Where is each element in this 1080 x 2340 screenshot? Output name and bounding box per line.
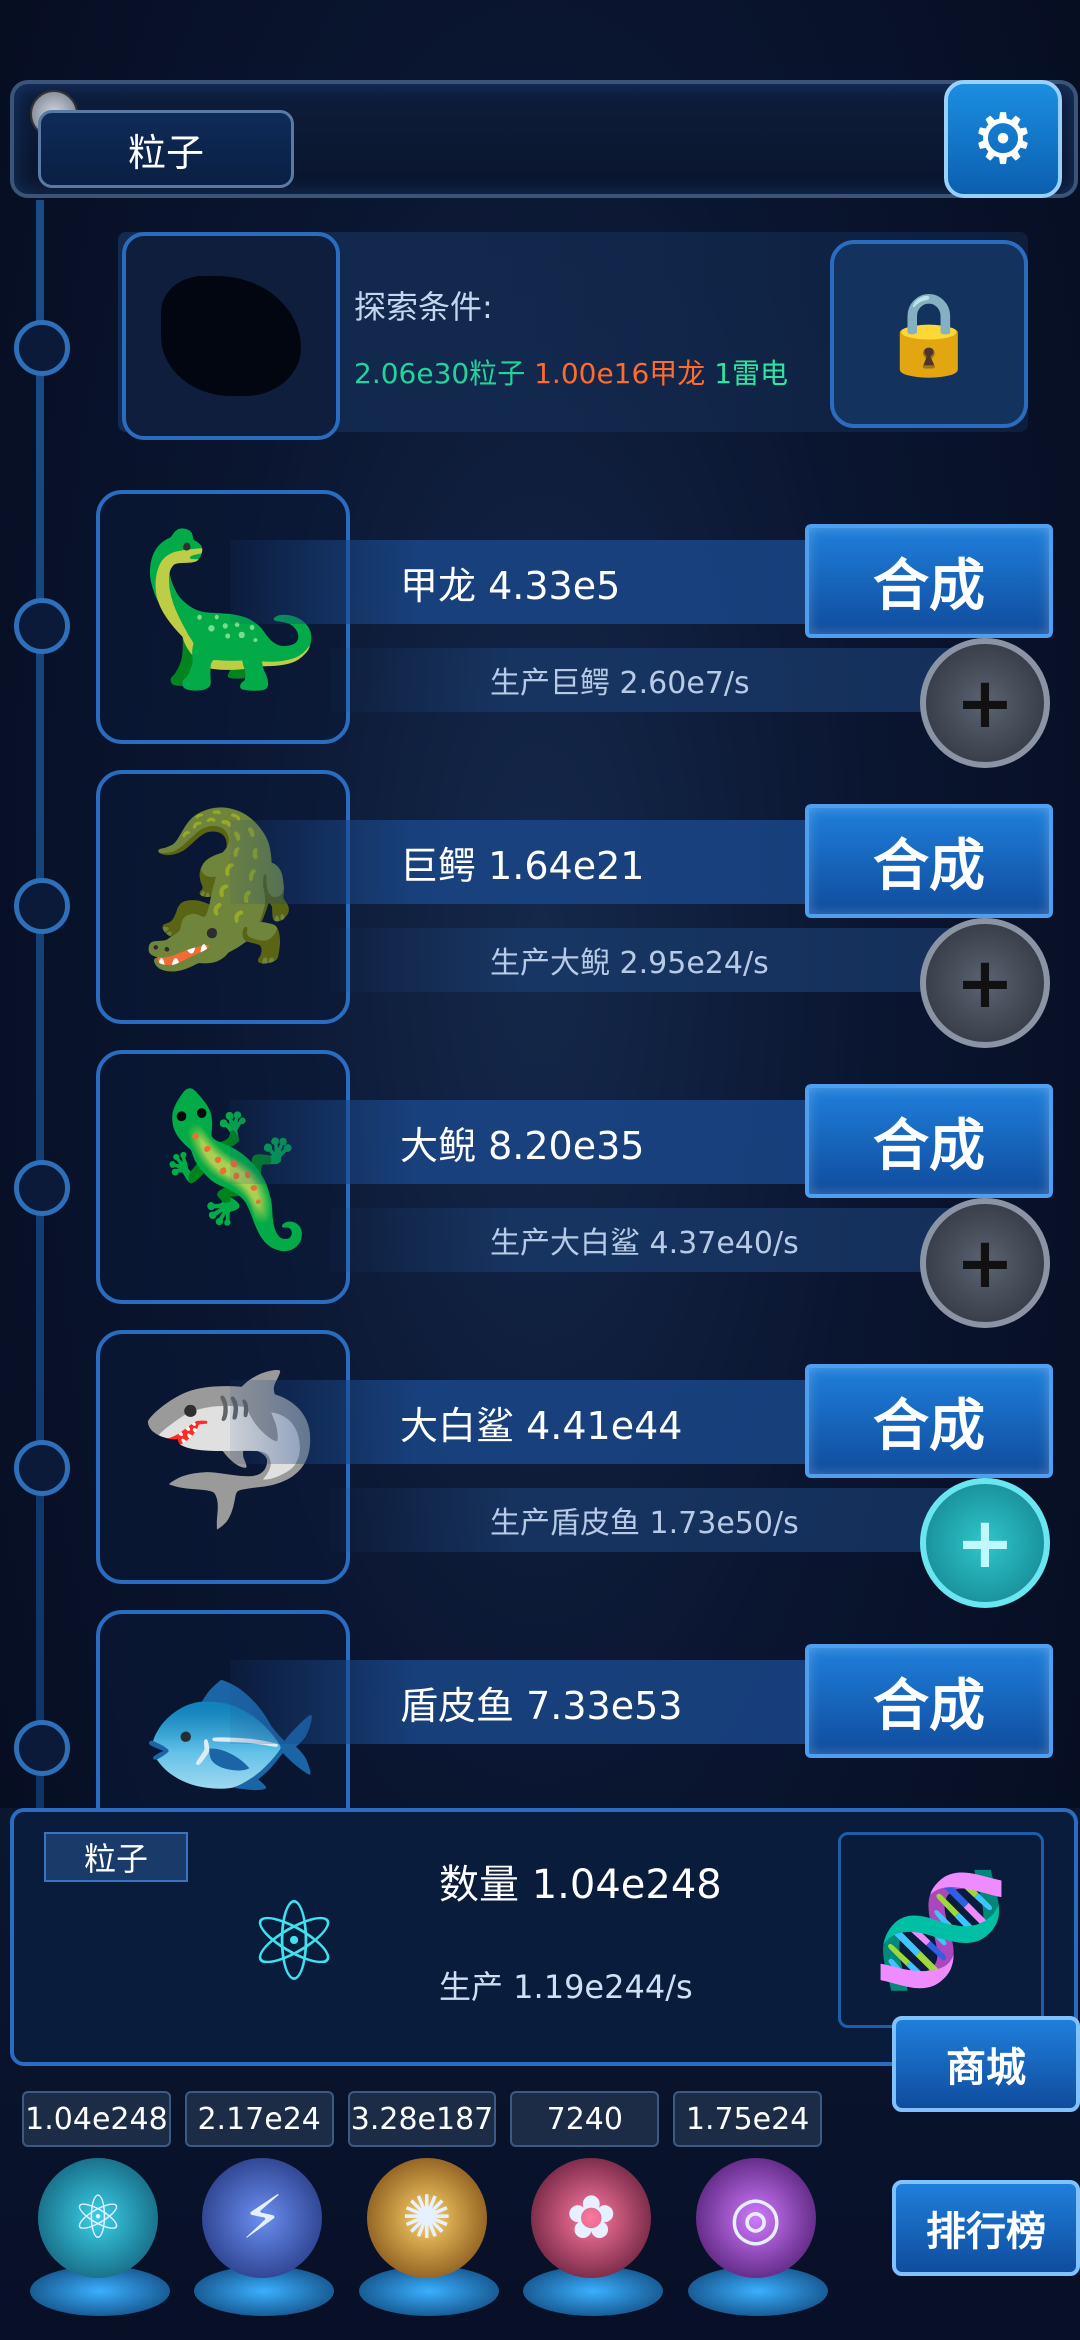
padlock-icon: 🔒 <box>879 287 979 380</box>
orb-thunder[interactable]: ⚡ <box>194 2148 336 2328</box>
gear-icon: ⚙ <box>971 98 1035 180</box>
plus-icon: + <box>955 1222 1015 1304</box>
compose-button[interactable]: 合成 <box>805 804 1053 918</box>
locked-portrait <box>122 232 340 440</box>
creature-production: 生产巨鳄 2.60e7/s <box>330 648 950 712</box>
leaderboard-button[interactable]: 排行榜 <box>892 2180 1080 2276</box>
orb-brain[interactable]: ✿ <box>523 2148 665 2328</box>
plus-icon: + <box>955 1502 1015 1584</box>
rail-lock-node <box>14 320 70 376</box>
dna-icon: 🧬 <box>838 1832 1044 2028</box>
dinosaur-silhouette-icon <box>161 276 301 396</box>
counter-thunder: 2.17e24 <box>184 2091 334 2147</box>
orb-galaxy[interactable]: ✺ <box>358 2148 501 2328</box>
unlock-button[interactable]: 🔒 <box>830 240 1028 428</box>
orb-particles[interactable]: ⚛ <box>30 2148 172 2328</box>
creature-production: 生产大白鲨 4.37e40/s <box>330 1208 950 1272</box>
top-bar: 粒子 ⚙ <box>10 70 1078 210</box>
plus-icon: + <box>955 662 1015 744</box>
creature-name: 大白鲨 4.41e44 <box>230 1380 850 1464</box>
upgrade-plus-button[interactable]: + <box>920 918 1050 1048</box>
compose-button[interactable]: 合成 <box>805 524 1053 638</box>
creature-name: 巨鳄 1.64e21 <box>230 820 850 904</box>
page-title: 粒子 <box>38 110 294 188</box>
bottom-panel: 粒子 ⚛ 数量 1.04e248 生产 1.19e244/s 🧬 1.04e24… <box>0 1808 1080 2340</box>
resource-orbs: ⚛ ⚡ ✺ ✿ ◎ <box>30 2148 830 2328</box>
creature-row: 🦈 大白鲨 4.41e44 生产盾皮鱼 1.73e50/s 合成 + <box>30 1330 1060 1608</box>
particle-icon: ⚛ <box>244 1878 344 2006</box>
locked-creature-card: 探索条件: 2.06e30粒子 1.00e16甲龙 1雷电 🔒 <box>118 232 1028 440</box>
requirement-jialong: 1.00e16甲龙 <box>534 357 706 390</box>
compose-button[interactable]: 合成 <box>805 1644 1053 1758</box>
requirement-thunder: 1雷电 <box>714 357 789 390</box>
resource-count: 数量 1.04e248 <box>439 1862 722 1908</box>
explore-condition-label: 探索条件: <box>354 288 493 326</box>
requirement-particles: 2.06e30粒子 <box>354 357 526 390</box>
upgrade-plus-button[interactable]: + <box>920 1198 1050 1328</box>
particle-orb-icon: ⚛ <box>38 2158 158 2278</box>
creature-name: 盾皮鱼 7.33e53 <box>230 1660 850 1744</box>
shop-button[interactable]: 商城 <box>892 2016 1080 2112</box>
orb-portal[interactable]: ◎ <box>687 2148 830 2328</box>
creature-row: 🦎 大鲵 8.20e35 生产大白鲨 4.37e40/s 合成 + <box>30 1050 1060 1328</box>
plus-icon: + <box>955 942 1015 1024</box>
portal-orb-icon: ◎ <box>695 2158 816 2278</box>
creature-row: 🐊 巨鳄 1.64e21 生产大鲵 2.95e24/s 合成 + <box>30 770 1060 1048</box>
brain-orb-icon: ✿ <box>531 2158 652 2278</box>
creature-name: 大鲵 8.20e35 <box>230 1100 850 1184</box>
compose-button[interactable]: 合成 <box>805 1084 1053 1198</box>
galaxy-orb-icon: ✺ <box>366 2158 487 2278</box>
resource-production: 生产 1.19e244/s <box>439 1968 693 2006</box>
creature-production: 生产盾皮鱼 1.73e50/s <box>330 1488 950 1552</box>
upgrade-plus-button[interactable]: + <box>920 638 1050 768</box>
creature-production: 生产大鲵 2.95e24/s <box>330 928 950 992</box>
counter-galaxy: 3.28e187 <box>347 2091 497 2147</box>
counter-particles: 1.04e248 <box>22 2091 171 2147</box>
counter-brain: 7240 <box>510 2091 660 2147</box>
lightning-orb-icon: ⚡ <box>202 2158 323 2278</box>
compose-button[interactable]: 合成 <box>805 1364 1053 1478</box>
settings-button[interactable]: ⚙ <box>944 80 1062 198</box>
resource-counters: 1.04e248 2.17e24 3.28e187 7240 1.75e24 <box>22 2091 822 2147</box>
explore-requirements: 2.06e30粒子 1.00e16甲龙 1雷电 <box>354 352 788 392</box>
upgrade-plus-button[interactable]: + <box>920 1478 1050 1608</box>
creature-name: 甲龙 4.33e5 <box>230 540 850 624</box>
counter-portal: 1.75e24 <box>673 2091 822 2147</box>
resource-tag: 粒子 <box>44 1832 188 1882</box>
creature-row: 🦕 甲龙 4.33e5 生产巨鳄 2.60e7/s 合成 + <box>30 490 1060 768</box>
